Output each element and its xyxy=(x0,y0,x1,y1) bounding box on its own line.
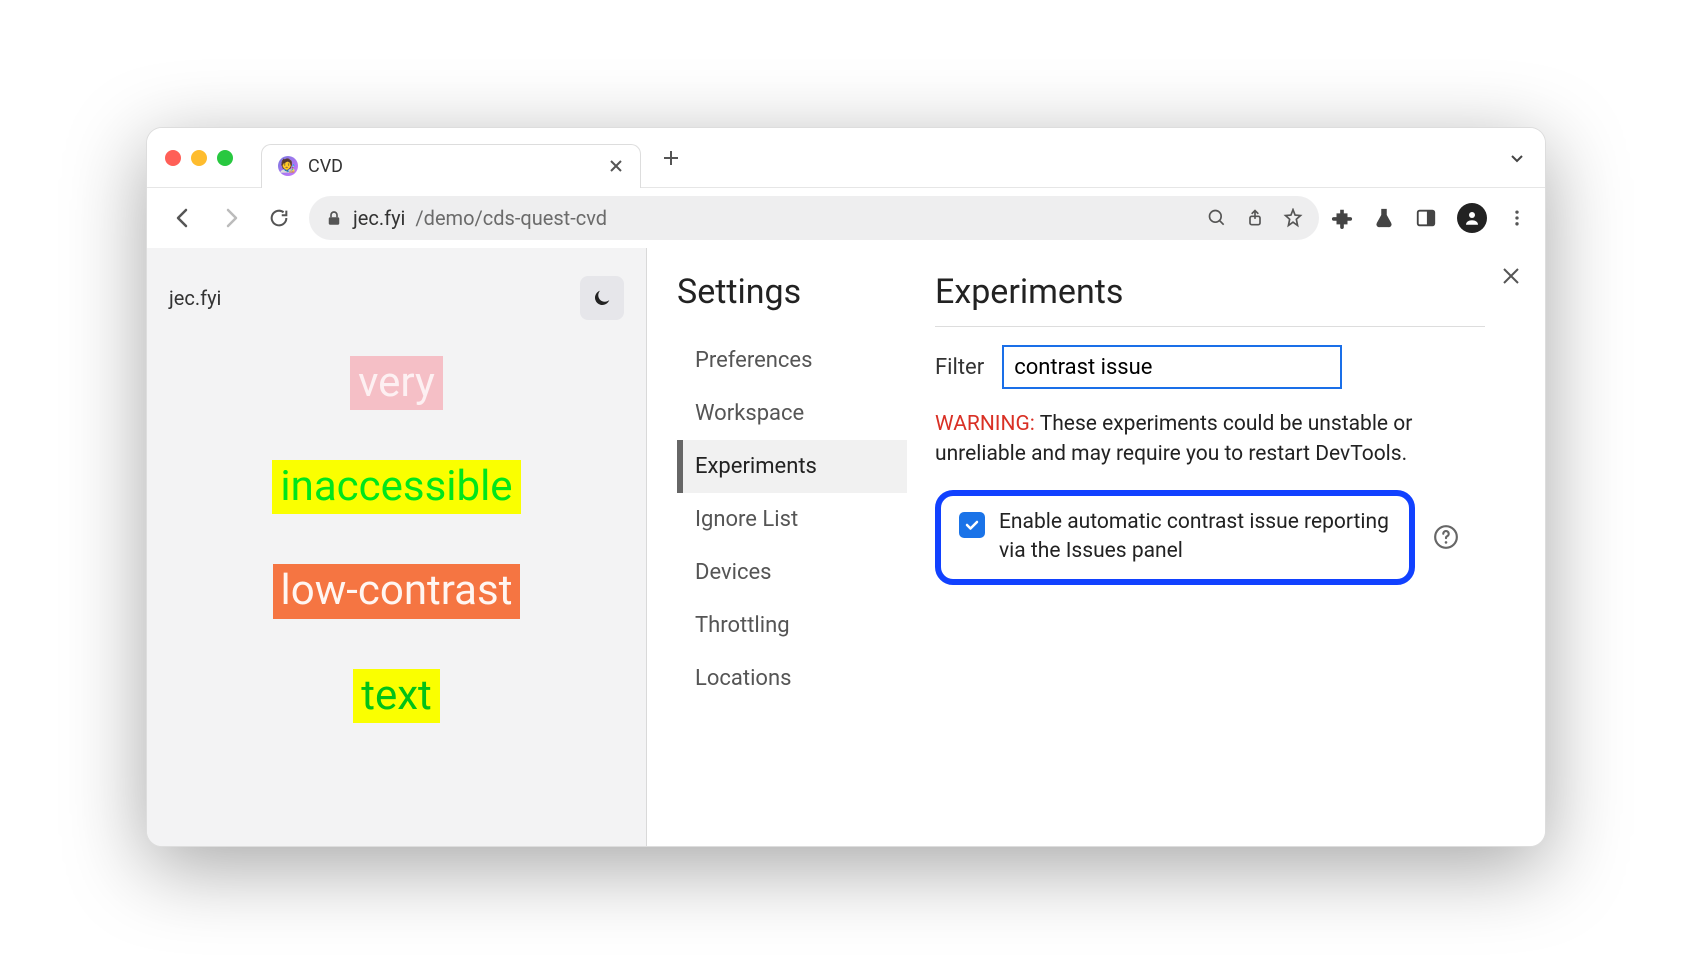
minimize-window-button[interactable] xyxy=(191,150,207,166)
experiment-label: Enable automatic contrast issue reportin… xyxy=(999,508,1391,567)
experiment-contrast-issue[interactable]: Enable automatic contrast issue reportin… xyxy=(935,490,1415,585)
browser-tab[interactable]: 🧑‍🎨 CVD xyxy=(261,144,641,188)
warning-prefix: WARNING: xyxy=(935,412,1035,436)
share-icon[interactable] xyxy=(1245,208,1265,228)
nav-devices[interactable]: Devices xyxy=(677,546,907,599)
close-window-button[interactable] xyxy=(165,150,181,166)
warning-text: WARNING: These experiments could be unst… xyxy=(935,409,1455,470)
divider xyxy=(935,326,1485,327)
demo-word-2: inaccessible xyxy=(272,460,520,514)
close-settings-icon[interactable] xyxy=(1501,266,1521,286)
nav-experiments[interactable]: Experiments xyxy=(677,440,907,493)
toolbar-icons xyxy=(1331,203,1527,233)
dark-mode-toggle[interactable] xyxy=(580,276,624,320)
menu-icon[interactable] xyxy=(1507,208,1527,228)
demo-word-3: low-contrast xyxy=(273,564,521,618)
tab-bar: 🧑‍🎨 CVD xyxy=(147,128,1545,188)
window-controls xyxy=(165,150,233,166)
site-name: jec.fyi xyxy=(169,286,221,310)
nav-workspace[interactable]: Workspace xyxy=(677,387,907,440)
settings-title: Settings xyxy=(677,272,907,312)
close-tab-icon[interactable] xyxy=(608,158,624,174)
tab-title: CVD xyxy=(308,156,598,177)
nav-throttling[interactable]: Throttling xyxy=(677,599,907,652)
demo-words: very inaccessible low-contrast text xyxy=(169,356,624,723)
toolbar: jec.fyi/demo/cds-quest-cvd xyxy=(147,188,1545,248)
browser-window: 🧑‍🎨 CVD jec.fyi/demo/cds-quest-cvd xyxy=(146,127,1546,847)
nav-locations[interactable]: Locations xyxy=(677,652,907,705)
demo-word-4: text xyxy=(353,669,440,723)
devtools-settings: Settings Preferences Workspace Experimen… xyxy=(647,248,1545,846)
forward-button[interactable] xyxy=(213,200,249,236)
filter-label: Filter xyxy=(935,355,984,380)
back-button[interactable] xyxy=(165,200,201,236)
filter-row: Filter xyxy=(935,345,1485,389)
settings-main: Experiments Filter WARNING: These experi… xyxy=(907,248,1545,846)
demo-word-1: very xyxy=(350,356,443,410)
filter-input[interactable] xyxy=(1002,345,1342,389)
reload-button[interactable] xyxy=(261,200,297,236)
moon-icon xyxy=(591,287,613,309)
experiments-title: Experiments xyxy=(935,272,1485,312)
maximize-window-button[interactable] xyxy=(217,150,233,166)
help-icon[interactable] xyxy=(1433,524,1459,550)
page-pane: jec.fyi very inaccessible low-contrast t… xyxy=(147,248,647,846)
new-tab-button[interactable] xyxy=(661,148,681,168)
settings-sidebar: Settings Preferences Workspace Experimen… xyxy=(647,248,907,846)
lock-icon xyxy=(325,209,343,227)
settings-nav: Preferences Workspace Experiments Ignore… xyxy=(677,334,907,705)
zoom-icon[interactable] xyxy=(1207,208,1227,228)
url-host: jec.fyi xyxy=(353,206,405,230)
labs-icon[interactable] xyxy=(1373,207,1395,229)
url-path: /demo/cds-quest-cvd xyxy=(415,206,607,230)
address-bar[interactable]: jec.fyi/demo/cds-quest-cvd xyxy=(309,196,1319,240)
content-area: jec.fyi very inaccessible low-contrast t… xyxy=(147,248,1545,846)
sidepanel-icon[interactable] xyxy=(1415,207,1437,229)
extensions-icon[interactable] xyxy=(1331,207,1353,229)
tabs-menu-icon[interactable] xyxy=(1507,148,1527,168)
bookmark-icon[interactable] xyxy=(1283,208,1303,228)
nav-ignore-list[interactable]: Ignore List xyxy=(677,493,907,546)
checkbox-checked-icon[interactable] xyxy=(959,512,985,538)
profile-icon[interactable] xyxy=(1457,203,1487,233)
favicon-icon: 🧑‍🎨 xyxy=(278,156,298,176)
nav-preferences[interactable]: Preferences xyxy=(677,334,907,387)
